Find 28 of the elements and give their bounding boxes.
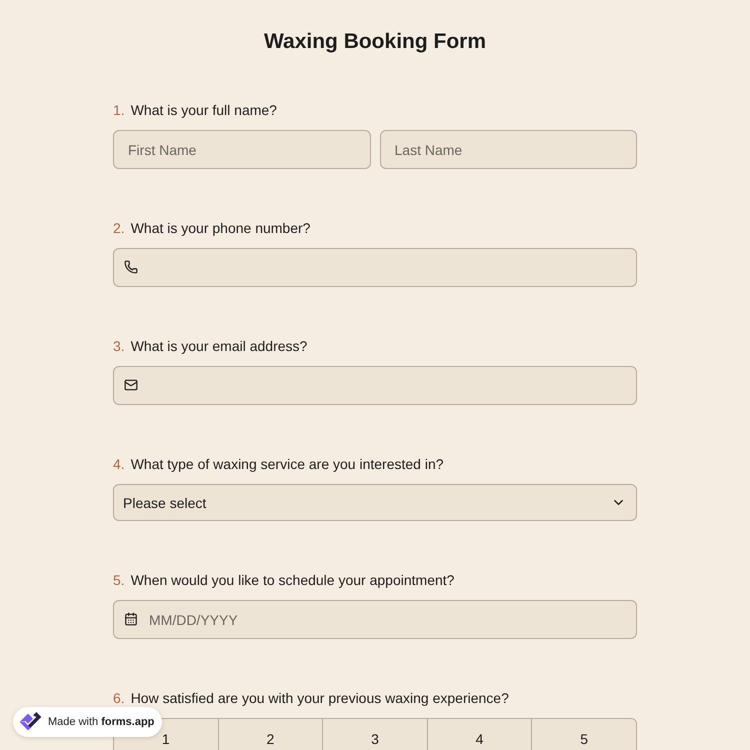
made-with-toast[interactable]: Made with forms.app	[13, 707, 162, 737]
text-field[interactable]: Last Name	[380, 130, 637, 169]
question-label: What is your email address?	[130, 338, 308, 355]
question-number: 6.	[113, 690, 125, 707]
rating-option[interactable]: 5	[531, 719, 636, 750]
email-field[interactable]	[113, 366, 637, 405]
mail-icon	[124, 378, 138, 392]
question-label: What is your phone number?	[130, 220, 310, 237]
rating-option[interactable]: 3	[322, 719, 427, 750]
question-label: How satisfied are you with your previous waxing experience?	[130, 690, 509, 707]
question-label: When would you like to schedule your appointment?	[130, 572, 454, 589]
phone-field[interactable]	[113, 248, 637, 287]
select-dropdown[interactable]: Please select	[113, 484, 637, 521]
phone-icon	[124, 260, 138, 274]
date-field[interactable]: MM/DD/YYYY	[113, 600, 637, 639]
question-number: 5.	[113, 572, 125, 589]
rating-option[interactable]: 4	[426, 719, 532, 750]
question-number: 3.	[113, 338, 125, 355]
question-number: 2.	[113, 220, 125, 237]
form-title: Waxing Booking Form	[264, 30, 486, 54]
logo-icon	[18, 712, 43, 732]
question-number: 4.	[113, 456, 125, 473]
calendar-icon	[124, 612, 138, 626]
question-number: 1.	[113, 102, 125, 119]
question-label: What type of waxing service are you interested in?	[130, 456, 444, 473]
text-field[interactable]: First Name	[113, 130, 370, 169]
question-label: What is your full name?	[130, 102, 277, 119]
rating-option[interactable]: 2	[218, 719, 322, 750]
